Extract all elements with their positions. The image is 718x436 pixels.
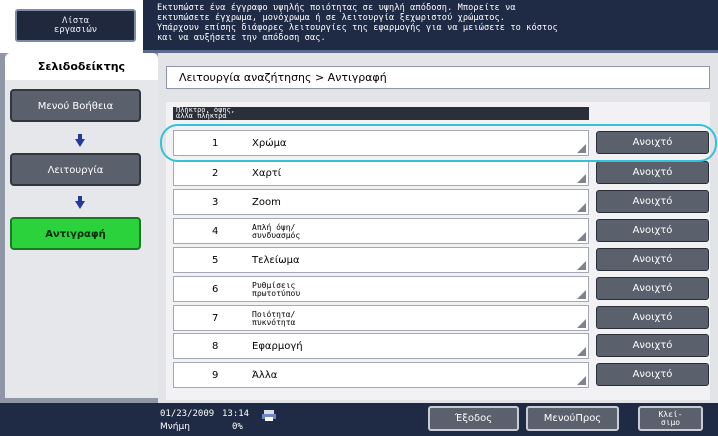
item-number: 2 — [212, 168, 219, 179]
corner-mark-icon — [577, 232, 586, 241]
open-button[interactable]: Ανοιχτό — [596, 248, 709, 271]
item-number: 7 — [212, 313, 219, 324]
item-label: Τελείωμα — [252, 255, 300, 266]
item-number: 4 — [212, 226, 219, 237]
open-button[interactable]: Ανοιχτό — [596, 219, 709, 242]
open-button[interactable]: Ανοιχτό — [596, 190, 709, 213]
date-readout: 01/23/2009 — [160, 409, 215, 419]
exit-button[interactable]: Έξοδος — [428, 406, 519, 431]
open-button[interactable]: Ανοιχτό — [596, 277, 709, 300]
printer-status-icon — [262, 406, 276, 421]
corner-mark-icon — [577, 376, 586, 385]
item-label: Ρυθμίσεις πρωτοτύπου — [252, 281, 301, 298]
down-arrow-icon — [75, 201, 85, 209]
list-item[interactable]: 7 Ποιότητα/ πυκνότητα — [173, 305, 589, 331]
corner-mark-icon — [577, 319, 586, 328]
open-button[interactable]: Ανοιχτό — [596, 306, 709, 329]
help-message: Εκτυπώστε ένα έγγραφο υψηλής ποιότητας σ… — [157, 3, 713, 43]
list-item[interactable]: 3 Zoom — [173, 189, 589, 215]
copy-button[interactable]: Αντιγραφή — [10, 217, 141, 250]
item-label: Εφαρμογή — [252, 341, 303, 352]
help-menu-button[interactable]: Μενού Βοήθεια — [10, 89, 141, 122]
item-number: 5 — [212, 255, 219, 266]
bottom-bar-left — [0, 403, 143, 436]
corner-mark-icon — [577, 261, 586, 270]
down-arrow-icon — [75, 139, 85, 147]
selection-highlight — [160, 124, 717, 162]
list-item[interactable]: 6 Ρυθμίσεις πρωτοτύπου — [173, 276, 589, 302]
menu-button[interactable]: ΜενούΠρος — [526, 406, 619, 431]
corner-mark-icon — [577, 174, 586, 183]
list-item[interactable]: 8 Εφαρμογή — [173, 333, 589, 359]
item-number: 9 — [212, 370, 219, 381]
message-line-2: εκτυπώσετε έγχρωμα, μονόχρωμα ή σε λειτο… — [157, 13, 506, 23]
item-label: Χαρτί — [252, 168, 282, 179]
task-list-button[interactable]: Λίστα εργασιών — [15, 9, 136, 42]
list-header-line-2: άλλα πλήκτρα — [176, 112, 227, 120]
list-item[interactable]: 9 Άλλα — [173, 362, 589, 388]
open-button[interactable]: Ανοιχτό — [596, 334, 709, 357]
function-button[interactable]: Λειτουργία — [10, 153, 141, 186]
item-label: Zoom — [252, 197, 281, 208]
corner-mark-icon — [577, 203, 586, 212]
message-line-4: και να αυξήσετε την απόδοση σας. — [157, 33, 326, 43]
item-number: 3 — [212, 197, 219, 208]
list-item[interactable]: 2 Χαρτί — [173, 160, 589, 186]
open-button[interactable]: Ανοιχτό — [596, 161, 709, 184]
time-readout: 13:14 — [222, 409, 250, 419]
list-item[interactable]: 5 Τελείωμα — [173, 247, 589, 273]
corner-mark-icon — [577, 347, 586, 356]
item-label: Άλλα — [252, 370, 278, 381]
list-header: Πλήκτρο, όψης, άλλα πλήκτρα — [173, 107, 589, 120]
message-line-1: Εκτυπώστε ένα έγγραφο υψηλής ποιότητας σ… — [157, 3, 516, 13]
memory-label: Μνήμη — [160, 422, 190, 432]
message-line-3: Υπάρχουν επίσης διάφορες λειτουργίες της… — [157, 23, 558, 33]
close-button[interactable]: Κλεί- σιμο — [638, 406, 703, 431]
item-label: Ποιότητα/ πυκνότητα — [252, 310, 296, 327]
list-item[interactable]: 4 Απλή όψη/ συνδυασμός — [173, 218, 589, 244]
close-label-2: σιμο — [660, 418, 681, 427]
memory-value: 0% — [232, 422, 243, 432]
item-number: 6 — [212, 284, 219, 295]
item-label: Απλή όψη/ συνδυασμός — [252, 223, 301, 240]
breadcrumb: Λειτουργία αναζήτησης > Αντιγραφή — [166, 66, 710, 89]
open-button[interactable]: Ανοιχτό — [596, 363, 709, 386]
item-number: 8 — [212, 341, 219, 352]
task-list-label-2: εργασιών — [53, 25, 98, 35]
bookmark-tab[interactable]: Σελιδοδείκτης — [5, 53, 158, 81]
corner-mark-icon — [577, 290, 586, 299]
